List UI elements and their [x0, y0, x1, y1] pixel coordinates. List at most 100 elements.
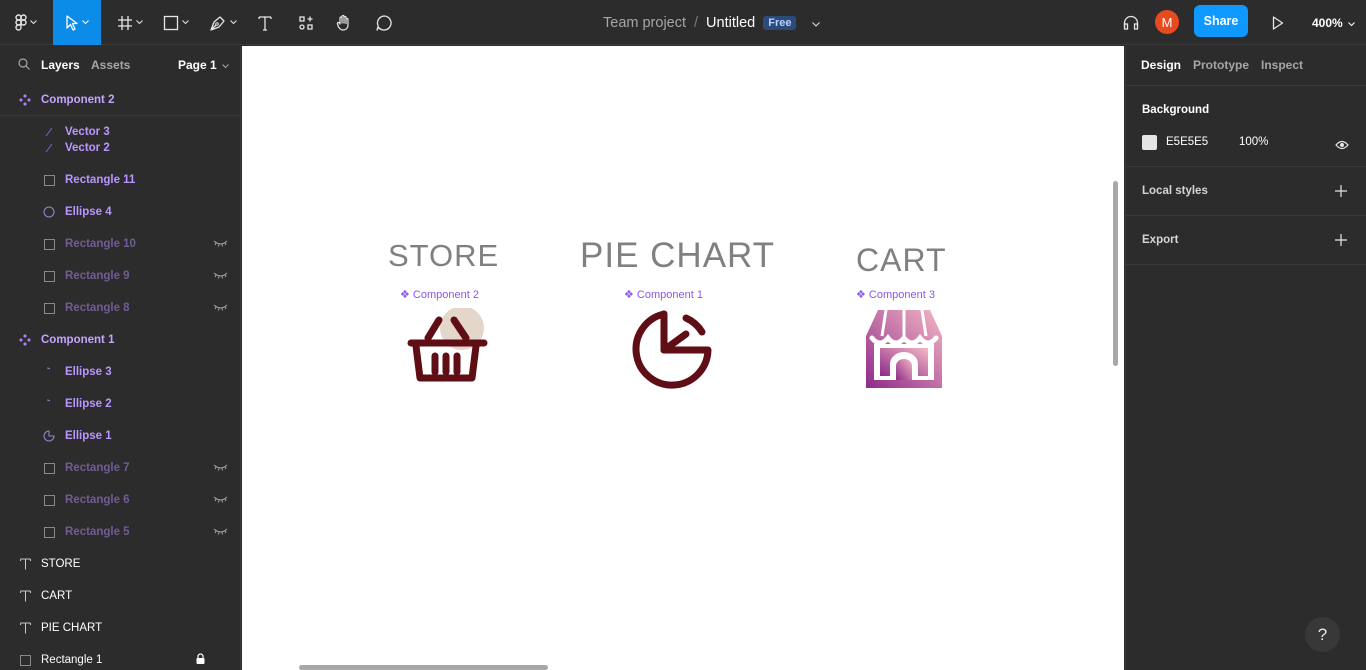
background-section: Background E5E5E5 100% [1126, 86, 1366, 167]
rectangle-outline-icon [42, 525, 56, 539]
tab-assets[interactable]: Assets [91, 58, 130, 72]
background-color-swatch[interactable] [1142, 135, 1157, 150]
component-3-label[interactable]: ❖ Component 3 [856, 288, 935, 301]
hidden-eye-icon[interactable] [213, 238, 228, 250]
tab-layers[interactable]: Layers [41, 58, 80, 72]
layer-row[interactable]: CART [0, 580, 240, 612]
hidden-eye-icon[interactable] [213, 494, 228, 506]
layer-label: Rectangle 10 [65, 238, 136, 250]
layer-label: Ellipse 3 [65, 366, 112, 378]
hidden-eye-icon[interactable] [213, 270, 228, 282]
rectangle-outline-icon [42, 301, 56, 315]
layer-row[interactable]: Component 2 [0, 84, 240, 116]
ellipse-arc-icon [42, 397, 56, 411]
background-heading: Background [1142, 104, 1210, 116]
layer-row[interactable]: Ellipse 1 [0, 420, 240, 452]
file-title: Team project / Untitled Free [603, 0, 821, 45]
layer-row[interactable]: Rectangle 1 [0, 644, 240, 670]
basket-icon[interactable] [406, 306, 490, 389]
chevron-down-icon [1347, 16, 1355, 30]
pie-chart-icon[interactable] [628, 308, 716, 397]
storefront-icon[interactable] [862, 308, 946, 397]
breadcrumb-separator: / [694, 14, 699, 31]
rectangle-outline-icon [42, 493, 56, 507]
layer-label: STORE [41, 558, 81, 570]
rectangle-icon [163, 15, 179, 31]
horizontal-scrollbar[interactable] [299, 665, 548, 670]
ellipse-pie-icon [42, 429, 56, 443]
chevron-down-icon [30, 20, 37, 25]
layer-row[interactable]: Ellipse 3 [0, 356, 240, 388]
cart-text[interactable]: CART [856, 242, 947, 279]
layer-label: Ellipse 1 [65, 430, 112, 442]
main-menu-button[interactable] [6, 0, 46, 45]
hidden-eye-icon[interactable] [213, 302, 228, 314]
pen-icon [209, 14, 227, 32]
add-export-plus-icon[interactable] [1335, 233, 1347, 251]
search-icon[interactable] [18, 58, 30, 73]
layer-row[interactable]: STORE [0, 548, 240, 580]
figma-logo-icon [15, 14, 27, 31]
audio-button[interactable] [1118, 0, 1144, 45]
tab-design[interactable]: Design [1141, 58, 1181, 72]
component-2-label[interactable]: ❖ Component 2 [400, 288, 479, 301]
layer-label: Component 1 [41, 334, 115, 346]
comment-bubble-icon [375, 14, 393, 32]
lock-icon[interactable] [196, 653, 205, 667]
layer-label: Ellipse 4 [65, 206, 112, 218]
hand-tool-button[interactable] [330, 0, 358, 45]
layer-row[interactable]: Component 1 [0, 324, 240, 356]
text-tool-button[interactable] [252, 0, 278, 45]
layer-label: PIE CHART [41, 622, 103, 634]
design-canvas[interactable]: STORE ❖ Component 2 PIE CHART ❖ Componen… [242, 46, 1124, 670]
layer-label: Rectangle 1 [41, 654, 103, 666]
layer-label: Rectangle 11 [65, 174, 136, 186]
component-1-label[interactable]: ❖ Component 1 [624, 288, 703, 301]
rectangle-outline-icon [42, 269, 56, 283]
layer-row[interactable]: Rectangle 10 [0, 228, 240, 260]
background-opacity[interactable]: 100% [1239, 136, 1268, 148]
hidden-eye-icon[interactable] [213, 526, 228, 538]
pen-tool-button[interactable] [204, 0, 242, 45]
shape-tool-button[interactable] [158, 0, 194, 45]
add-style-plus-icon[interactable] [1335, 184, 1347, 202]
layer-row[interactable]: Rectangle 9 [0, 260, 240, 292]
cursor-arrow-icon [65, 14, 79, 31]
rectangle-outline-icon [42, 461, 56, 475]
layer-row[interactable]: Ellipse 2 [0, 388, 240, 420]
layer-row[interactable]: Vector 3 [0, 116, 240, 148]
store-text[interactable]: STORE [388, 238, 499, 274]
layer-row[interactable]: Rectangle 8 [0, 292, 240, 324]
frame-tool-button[interactable] [112, 0, 148, 45]
vertical-scrollbar[interactable] [1113, 181, 1118, 366]
layer-row[interactable]: Ellipse 4 [0, 196, 240, 228]
share-button[interactable]: Share [1194, 5, 1248, 37]
page-selector[interactable]: Page 1 [178, 58, 229, 72]
file-name[interactable]: Untitled [706, 15, 755, 31]
layer-row[interactable]: Rectangle 11 [0, 164, 240, 196]
layer-row[interactable]: Rectangle 6 [0, 484, 240, 516]
hand-icon [335, 14, 353, 32]
comment-tool-button[interactable] [370, 0, 398, 45]
text-t-icon [18, 621, 32, 635]
eye-icon[interactable] [1335, 137, 1349, 155]
rectangle-outline-icon [42, 173, 56, 187]
move-tool-button[interactable] [53, 0, 101, 45]
resources-tool-button[interactable] [292, 0, 320, 45]
background-hex[interactable]: E5E5E5 [1166, 136, 1208, 148]
local-styles-section: Local styles [1126, 167, 1366, 216]
file-menu-chevron-icon[interactable] [812, 15, 821, 31]
project-breadcrumb[interactable]: Team project [603, 15, 686, 31]
tab-inspect[interactable]: Inspect [1261, 58, 1303, 72]
zoom-menu[interactable]: 400% [1312, 0, 1355, 45]
components-icon [298, 15, 314, 31]
user-avatar[interactable]: M [1155, 10, 1179, 34]
hidden-eye-icon[interactable] [213, 462, 228, 474]
pie-chart-text[interactable]: PIE CHART [580, 236, 775, 276]
layer-row[interactable]: PIE CHART [0, 612, 240, 644]
present-button[interactable] [1264, 0, 1292, 45]
tab-prototype[interactable]: Prototype [1193, 58, 1249, 72]
layer-row[interactable]: Rectangle 5 [0, 516, 240, 548]
help-button[interactable]: ? [1305, 617, 1340, 652]
layer-row[interactable]: Rectangle 7 [0, 452, 240, 484]
